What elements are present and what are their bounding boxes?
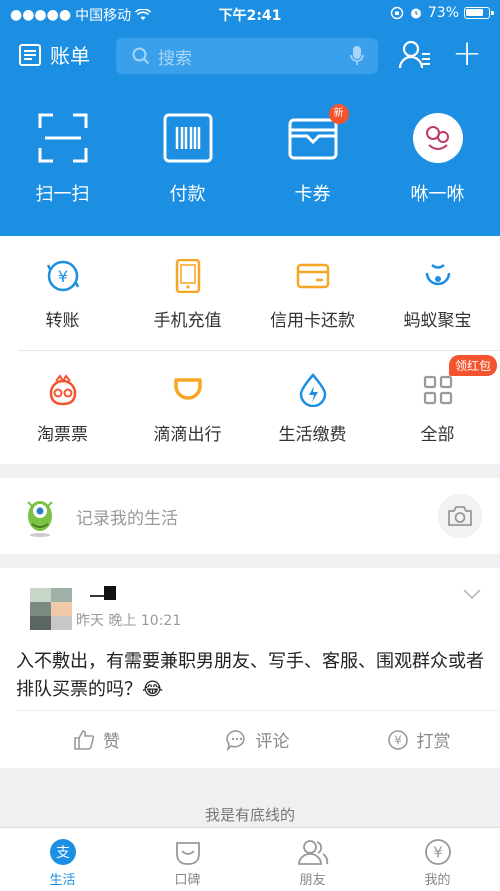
scan-icon (35, 110, 91, 166)
search-placeholder: 搜索 (158, 48, 192, 69)
tab-life[interactable]: 支 生活 (0, 828, 125, 891)
service-didi[interactable]: 滴滴出行 (125, 350, 250, 464)
tab-label: 我的 (424, 873, 451, 888)
like-label: 赞 (103, 732, 120, 752)
xiu-avatar-icon (410, 110, 466, 166)
quick-actions: 扫一扫 付款 新 卡券 咻一咻 (0, 104, 500, 206)
tab-mine[interactable]: ¥ 我的 (375, 828, 500, 891)
service-all[interactable]: 领红包 全部 (375, 350, 500, 464)
tab-label: 口碑 (174, 873, 201, 888)
battery-icon (464, 7, 494, 19)
red-packet-badge: 领红包 (448, 355, 497, 376)
quick-label: 扫一扫 (35, 184, 90, 205)
tip-button[interactable]: ¥ 打赏 (338, 711, 499, 768)
tip-label: 打赏 (416, 732, 451, 752)
svg-text:¥: ¥ (57, 267, 67, 286)
tab-label: 生活 (49, 873, 76, 888)
koubei-icon (174, 836, 202, 868)
transfer-icon: ¥ (45, 258, 81, 294)
service-transfer[interactable]: ¥ 转账 (0, 236, 125, 350)
tab-label: 朋友 (299, 873, 326, 888)
service-label: 滴滴出行 (153, 425, 222, 445)
post-content: 入不敷出，有需要兼职男朋友、写手、客服、围观群众或者排队买票的吗？😂 (16, 651, 484, 700)
service-phone-topup[interactable]: 手机充值 (125, 236, 250, 350)
alarm-icon (410, 8, 421, 19)
quick-coupons[interactable]: 新 卡券 (250, 104, 375, 206)
record-life-bar[interactable]: 记录我的生活 (0, 478, 500, 554)
tab-bar: 支 生活 口碑 朋友 ¥ 我的 (0, 827, 500, 891)
user-name-blurred (90, 586, 116, 600)
taopiaopiao-icon (45, 372, 81, 408)
ant-icon (420, 258, 456, 294)
like-button[interactable]: 赞 (16, 711, 177, 768)
service-grid: ¥ 转账 手机充值 信用卡还款 蚂蚁聚宝 淘票票 滴滴出行 生活缴费 领红包 全… (0, 236, 500, 464)
quick-scan[interactable]: 扫一扫 (0, 110, 125, 206)
svg-text:¥: ¥ (433, 844, 443, 862)
barcode-icon (160, 110, 216, 166)
service-label: 生活缴费 (278, 425, 347, 445)
post-time: 昨天 晚上 10:21 (76, 613, 182, 629)
service-credit-card[interactable]: 信用卡还款 (250, 236, 375, 350)
service-label: 蚂蚁聚宝 (403, 311, 472, 331)
life-icon: 支 (49, 836, 77, 868)
quick-label: 付款 (169, 184, 206, 205)
status-bar: ●●●●● 中国移动 下午2:41 73% (0, 0, 500, 28)
quick-pay[interactable]: 付款 (125, 110, 250, 206)
didi-icon (170, 372, 206, 408)
monster-avatar-icon (27, 501, 53, 537)
quick-xiu[interactable]: 咻一咻 (375, 110, 500, 206)
service-ant-fortune[interactable]: 蚂蚁聚宝 (375, 236, 500, 350)
service-row: ¥ 转账 手机充值 信用卡还款 蚂蚁聚宝 (0, 236, 500, 350)
svg-text:¥: ¥ (394, 733, 402, 747)
service-label: 转账 (45, 311, 80, 331)
orientation-lock-icon (390, 6, 404, 20)
quick-label: 卡券 (294, 184, 331, 205)
grid-icon (420, 372, 456, 408)
credit-card-icon (295, 258, 331, 294)
service-row: 淘票票 滴滴出行 生活缴费 领红包 全部 (0, 350, 500, 464)
comment-label: 评论 (255, 732, 290, 752)
new-badge: 新 (328, 104, 349, 124)
service-utility[interactable]: 生活缴费 (250, 350, 375, 464)
bill-icon (19, 43, 41, 66)
header-panel: ●●●●● 中国移动 下午2:41 73% 账单 搜索 + 扫一扫 付款 新 卡… (0, 0, 500, 236)
search-icon (132, 47, 150, 65)
camera-icon (448, 506, 472, 526)
bill-label: 账单 (50, 44, 90, 68)
friends-icon (297, 836, 329, 868)
add-icon[interactable]: + (452, 36, 482, 72)
service-label: 手机充值 (153, 311, 222, 331)
record-life-text: 记录我的生活 (76, 509, 178, 529)
microphone-icon[interactable] (350, 46, 364, 66)
thumbs-up-icon (74, 729, 95, 750)
svg-text:支: 支 (56, 845, 70, 861)
post-actions: 赞 评论 ¥ 打赏 (16, 710, 500, 768)
utility-icon (295, 372, 331, 408)
tab-friends[interactable]: 朋友 (250, 828, 375, 891)
status-right: 73% (390, 5, 494, 21)
wallet-icon: 新 (285, 104, 349, 166)
search-input[interactable]: 搜索 (116, 38, 378, 74)
tab-koubei[interactable]: 口碑 (125, 828, 250, 891)
contacts-icon[interactable] (398, 38, 432, 72)
service-label: 全部 (420, 425, 455, 445)
service-label: 信用卡还款 (270, 311, 355, 331)
quick-label: 咻一咻 (410, 184, 465, 205)
battery-percent: 73% (427, 5, 459, 21)
comment-button[interactable]: 评论 (177, 711, 338, 768)
service-taopiaopiao[interactable]: 淘票票 (0, 350, 125, 464)
camera-button[interactable] (438, 494, 482, 538)
comment-icon (225, 729, 245, 751)
mine-icon: ¥ (424, 836, 452, 868)
phone-icon (170, 258, 206, 294)
service-label: 淘票票 (37, 425, 88, 445)
feed-post: 昨天 晚上 10:21 入不敷出，有需要兼职男朋友、写手、客服、围观群众或者排队… (0, 568, 500, 768)
user-avatar[interactable] (30, 588, 72, 630)
yuan-coin-icon: ¥ (387, 729, 408, 750)
bill-button[interactable]: 账单 (18, 40, 90, 69)
top-bar: 账单 搜索 + (0, 36, 500, 76)
chevron-down-icon[interactable] (462, 588, 482, 600)
bottom-line-text: 我是有底线的 (204, 806, 295, 824)
